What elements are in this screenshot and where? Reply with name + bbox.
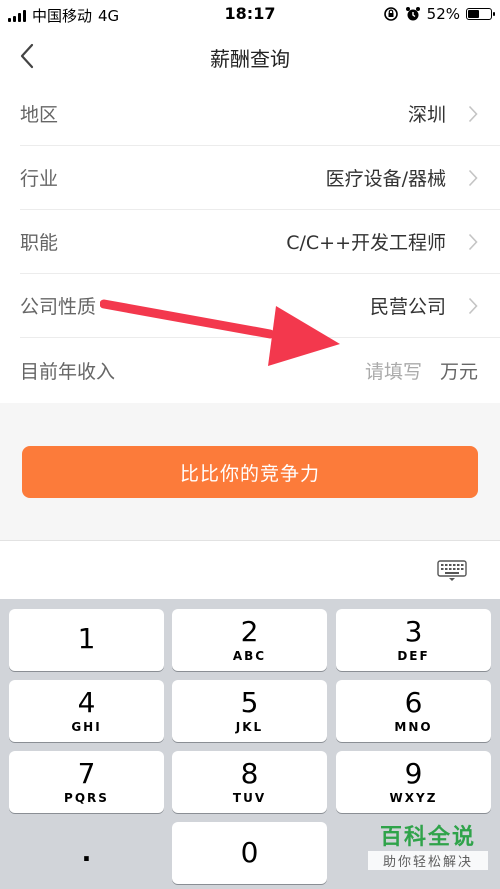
- key-number: .: [81, 838, 92, 868]
- row-label: 行业: [20, 168, 59, 190]
- income-input[interactable]: 请填写: [365, 357, 422, 384]
- chevron-right-icon: [468, 297, 478, 315]
- rotation-lock-icon: [383, 7, 398, 21]
- chevron-right-icon: [468, 233, 478, 251]
- key-number: 9: [404, 757, 423, 790]
- battery-icon: [466, 8, 495, 20]
- key-8[interactable]: 8 TUV: [172, 751, 327, 813]
- key-4[interactable]: 4 GHI: [9, 680, 164, 742]
- key-letters: DEF: [397, 649, 430, 663]
- key-3[interactable]: 3 DEF: [336, 609, 491, 671]
- key-letters: TUV: [232, 791, 267, 805]
- key-letters: ABC: [232, 649, 267, 663]
- chevron-right-icon: [468, 105, 478, 123]
- row-value: 医疗设备/器械: [325, 168, 446, 190]
- key-letters: WXYZ: [389, 791, 438, 805]
- key-number: 2: [240, 615, 259, 648]
- key-letters: MNO: [394, 720, 433, 734]
- key-number: 7: [77, 757, 96, 790]
- chevron-right-icon: [468, 169, 478, 187]
- keyboard-hide-icon[interactable]: [437, 560, 467, 582]
- row-label: 公司性质: [20, 296, 97, 318]
- key-letters: JKL: [235, 720, 264, 734]
- key-1[interactable]: 1: [9, 609, 164, 671]
- row-label: 地区: [20, 104, 59, 126]
- key-decimal[interactable]: .: [9, 822, 164, 884]
- key-number: 6: [404, 686, 423, 719]
- row-value: C/C++开发工程师: [286, 232, 446, 254]
- key-9[interactable]: 9 WXYZ: [336, 751, 491, 813]
- key-2[interactable]: 2 ABC: [172, 609, 327, 671]
- key-letters: GHI: [71, 720, 102, 734]
- income-unit: 万元: [439, 360, 478, 383]
- key-7[interactable]: 7 PQRS: [9, 751, 164, 813]
- key-6[interactable]: 6 MNO: [336, 680, 491, 742]
- row-region[interactable]: 地区 深圳: [20, 82, 500, 146]
- status-right: 52%: [383, 5, 495, 23]
- row-label: 目前年收入: [20, 360, 116, 383]
- compare-button[interactable]: 比比你的竞争力: [22, 446, 478, 498]
- alarm-icon: [405, 7, 420, 21]
- key-number: 1: [77, 622, 96, 655]
- watermark-subtitle: 助你轻松解决: [368, 851, 488, 870]
- page-title: 薪酬查询: [210, 47, 290, 71]
- key-number: 0: [240, 836, 259, 869]
- key-0[interactable]: 0: [172, 822, 327, 884]
- row-value: 深圳: [407, 104, 446, 126]
- row-function[interactable]: 职能 C/C++开发工程师: [20, 210, 500, 274]
- key-number: 3: [404, 615, 423, 648]
- key-number: 4: [77, 686, 96, 719]
- key-number: 8: [240, 757, 259, 790]
- row-label: 职能: [20, 232, 59, 254]
- row-company-type[interactable]: 公司性质 民营公司: [20, 274, 500, 338]
- row-industry[interactable]: 行业 医疗设备/器械: [20, 146, 500, 210]
- key-5[interactable]: 5 JKL: [172, 680, 327, 742]
- key-letters: PQRS: [64, 791, 109, 805]
- row-income: 目前年收入 请填写 万元: [20, 338, 500, 402]
- row-value: 民营公司: [369, 296, 446, 318]
- watermark-logo: 百科全说 助你轻松解决: [368, 819, 488, 881]
- watermark-title: 百科全说: [379, 825, 476, 850]
- nav-bar: 薪酬查询: [0, 30, 500, 82]
- key-number: 5: [240, 686, 259, 719]
- keyboard-toolbar: [0, 541, 500, 599]
- status-bar: 中国移动 4G 18:17 52%: [0, 0, 500, 30]
- battery-percent: 52%: [426, 5, 460, 23]
